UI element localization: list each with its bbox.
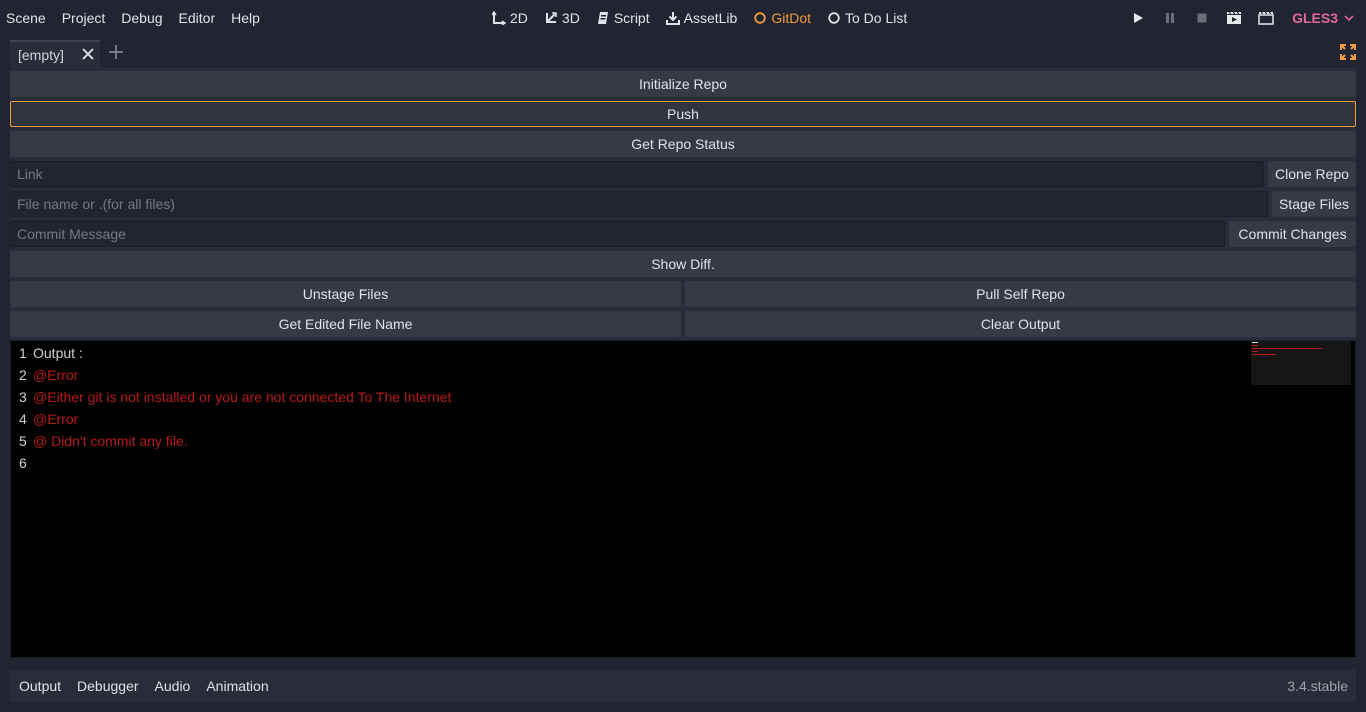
- line-number: 6: [19, 455, 27, 471]
- get-edited-file-name-button[interactable]: Get Edited File Name: [10, 311, 681, 337]
- push-button[interactable]: Push: [10, 101, 1356, 127]
- minimap-line: [1252, 348, 1322, 349]
- workspace-gitdot-label: GitDot: [771, 10, 811, 26]
- circle-outline-icon: [754, 12, 767, 24]
- play-custom-scene-button[interactable]: [1250, 8, 1282, 28]
- clapperboard-play-icon: [1227, 11, 1242, 24]
- line-text: Output :: [33, 345, 83, 361]
- line-number: 1: [19, 345, 27, 361]
- menu-project[interactable]: Project: [54, 8, 114, 28]
- close-icon[interactable]: [81, 47, 95, 64]
- minimap-line: [1252, 345, 1258, 346]
- expand-icon[interactable]: [1340, 44, 1356, 63]
- file-name-input[interactable]: File name or .(for all files): [10, 191, 1268, 217]
- workspace-gitdot-button[interactable]: GitDot: [745, 8, 819, 28]
- pull-self-repo-button[interactable]: Pull Self Repo: [685, 281, 1356, 307]
- line-text: @Either git is not installed or you are …: [33, 389, 452, 405]
- scene-tab-empty[interactable]: [empty]: [10, 40, 100, 68]
- get-repo-status-button[interactable]: Get Repo Status: [10, 131, 1356, 157]
- workspace-3d-button[interactable]: 3D: [536, 8, 588, 28]
- output-line: 2 @Error: [19, 367, 78, 389]
- clone-repo-button[interactable]: Clone Repo: [1268, 161, 1356, 187]
- download-icon: [665, 12, 680, 25]
- minimap-line: [1252, 351, 1258, 352]
- link-input[interactable]: Link: [10, 161, 1264, 187]
- editor-menubar: Scene Project Debug Editor Help 2D 3D Sc…: [0, 0, 1366, 36]
- bottom-tab-output[interactable]: Output: [10, 678, 69, 694]
- stage-files-button[interactable]: Stage Files: [1272, 191, 1356, 217]
- initialize-repo-button[interactable]: Initialize Repo: [10, 71, 1356, 97]
- commit-changes-button[interactable]: Commit Changes: [1229, 221, 1356, 247]
- line-text: @ Didn't commit any file.: [33, 433, 188, 449]
- workspace-switcher: 2D 3D Script AssetLib GitDot To Do List: [484, 8, 915, 28]
- play-controls: GLES3: [1122, 8, 1354, 28]
- line-number: 2: [19, 367, 27, 383]
- stop-icon: [1197, 13, 1207, 23]
- play-scene-button[interactable]: [1218, 8, 1250, 28]
- workspace-3d-label: 3D: [561, 10, 580, 26]
- workspace-2d-label: 2D: [510, 10, 528, 26]
- pause-button[interactable]: [1154, 8, 1186, 28]
- workspace-2d-button[interactable]: 2D: [484, 8, 536, 28]
- output-text-area[interactable]: 1 Output : 2 @Error 3 @Either git is not…: [10, 340, 1356, 658]
- bottom-tab-debugger[interactable]: Debugger: [69, 678, 147, 694]
- play-icon: [1134, 13, 1144, 23]
- unstage-files-button[interactable]: Unstage Files: [10, 281, 681, 307]
- main-menu: Scene Project Debug Editor Help: [0, 8, 268, 28]
- version-label: 3.4.stable: [1287, 678, 1348, 694]
- scene-tabbar: [empty]: [10, 40, 1356, 68]
- code-minimap[interactable]: [1251, 341, 1351, 385]
- clapperboard-icon: [1258, 11, 1274, 25]
- output-line: 5 @ Didn't commit any file.: [19, 433, 188, 455]
- menu-editor[interactable]: Editor: [171, 8, 224, 28]
- 2d-move-icon: [492, 11, 506, 25]
- menu-scene[interactable]: Scene: [0, 8, 54, 28]
- workspace-todo-label: To Do List: [845, 10, 908, 26]
- workspace-assetlib-label: AssetLib: [683, 10, 738, 26]
- circle-outline-icon: [828, 12, 840, 24]
- menu-help[interactable]: Help: [223, 8, 268, 28]
- minimap-line: [1252, 342, 1258, 343]
- play-button[interactable]: [1122, 8, 1154, 28]
- show-diff-button[interactable]: Show Diff.: [10, 251, 1356, 277]
- commit-message-input[interactable]: Commit Message: [10, 221, 1225, 247]
- workspace-todo-button[interactable]: To Do List: [819, 8, 915, 28]
- gitdot-panel: Initialize Repo Push Get Repo Status Lin…: [10, 68, 1356, 658]
- bottom-tab-audio[interactable]: Audio: [147, 678, 199, 694]
- script-icon: [597, 12, 608, 24]
- workspace-assetlib-button[interactable]: AssetLib: [658, 8, 746, 28]
- line-number: 5: [19, 433, 27, 449]
- add-tab-icon[interactable]: [108, 44, 124, 63]
- minimap-line: [1252, 354, 1276, 355]
- output-line: 3 @Either git is not installed or you ar…: [19, 389, 451, 411]
- 3d-move-icon: [545, 12, 557, 23]
- bottom-panel-bar: Output Debugger Audio Animation 3.4.stab…: [10, 670, 1356, 702]
- chevron-down-icon: [1344, 15, 1354, 22]
- clear-output-button[interactable]: Clear Output: [685, 311, 1356, 337]
- scene-tab-label: [empty]: [18, 47, 64, 63]
- pause-icon: [1166, 13, 1175, 23]
- output-line: 1 Output :: [19, 345, 83, 367]
- line-text: @Error: [33, 367, 79, 383]
- line-text: @Error: [33, 411, 79, 427]
- renderer-label: GLES3: [1292, 10, 1338, 26]
- output-line: 4 @Error: [19, 411, 78, 433]
- output-line: 6: [19, 455, 33, 477]
- line-number: 4: [19, 411, 27, 427]
- workspace-script-button[interactable]: Script: [588, 8, 658, 28]
- workspace-script-label: Script: [613, 10, 650, 26]
- line-number: 3: [19, 389, 27, 405]
- stop-button[interactable]: [1186, 8, 1218, 28]
- renderer-selector[interactable]: GLES3: [1292, 10, 1354, 26]
- bottom-tab-animation[interactable]: Animation: [198, 678, 276, 694]
- menu-debug[interactable]: Debug: [113, 8, 170, 28]
